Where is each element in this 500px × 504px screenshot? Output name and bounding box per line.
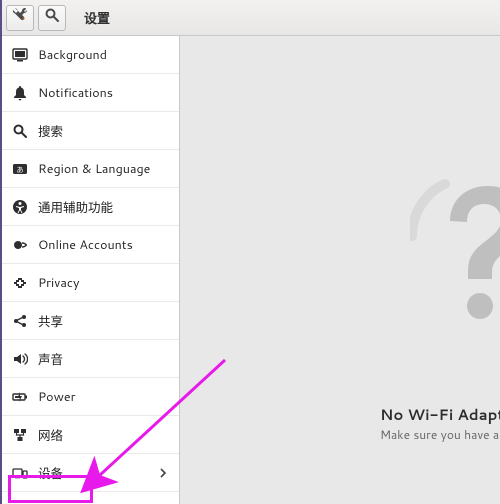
online-accounts-icon (12, 237, 28, 253)
question-mark-icon (410, 166, 500, 331)
search-icon (44, 7, 60, 28)
region-icon: あ (12, 161, 28, 177)
background-icon (12, 47, 28, 63)
search-button[interactable] (38, 5, 66, 31)
sidebar-item-devices[interactable]: 设备 (2, 454, 179, 492)
tools-button[interactable] (6, 5, 34, 31)
window-title: 设置 (84, 8, 110, 28)
accessibility-icon (12, 199, 28, 215)
share-icon (12, 313, 28, 329)
sidebar-item-label: 详细信息 (38, 501, 147, 504)
sidebar-item-label: 设备 (38, 463, 147, 483)
content-area: No Wi-Fi Adapter Fo Make sure you have a… (180, 36, 500, 504)
tools-icon (12, 7, 28, 28)
no-wifi-sub: Make sure you have a Wi-Fi adapter plug (380, 426, 500, 443)
sidebar-item-details[interactable]: 详细信息 (2, 492, 179, 504)
sidebar-item-privacy[interactable]: Privacy (2, 264, 179, 302)
svg-text:あ: あ (17, 166, 24, 174)
sidebar-item-power[interactable]: Power (2, 378, 179, 416)
sidebar-item-label: Power (38, 388, 169, 406)
devices-icon (12, 465, 28, 481)
sidebar-item-accessibility[interactable]: 通用辅助功能 (2, 188, 179, 226)
privacy-icon (12, 275, 28, 291)
sidebar-item-label: 网络 (38, 425, 169, 445)
titlebar: 设置 (2, 0, 500, 36)
sidebar-item-label: Notifications (38, 84, 169, 102)
search-icon (12, 123, 28, 139)
sidebar-item-label: 声音 (38, 349, 169, 369)
sidebar-item-notifications[interactable]: Notifications (2, 74, 179, 112)
sidebar-item-search[interactable]: 搜索 (2, 112, 179, 150)
sidebar-item-sharing[interactable]: 共享 (2, 302, 179, 340)
sidebar-item-label: 共享 (38, 311, 169, 331)
sidebar-item-label: 搜索 (38, 121, 169, 141)
network-icon (12, 427, 28, 443)
sidebar-item-sound[interactable]: 声音 (2, 340, 179, 378)
sidebar-item-label: Privacy (38, 274, 169, 292)
sidebar-item-network[interactable]: 网络 (2, 416, 179, 454)
sidebar-item-label: Online Accounts (38, 236, 169, 254)
chevron-right-icon (157, 467, 169, 479)
sidebar-item-region-language[interactable]: あ Region & Language (2, 150, 179, 188)
settings-sidebar: Background Notifications 搜索 あ Region & L… (2, 36, 180, 504)
sidebar-item-label: Background (38, 46, 169, 64)
sidebar-item-background[interactable]: Background (2, 36, 179, 74)
no-wifi-heading: No Wi-Fi Adapter Fo (380, 404, 500, 425)
sound-icon (12, 351, 28, 367)
sidebar-item-online-accounts[interactable]: Online Accounts (2, 226, 179, 264)
settings-window: 设置 Background Notifications 搜索 あ Region … (2, 0, 500, 504)
sidebar-item-label: 通用辅助功能 (38, 197, 169, 217)
bell-icon (12, 85, 28, 101)
power-icon (12, 389, 28, 405)
sidebar-item-label: Region & Language (38, 160, 169, 178)
